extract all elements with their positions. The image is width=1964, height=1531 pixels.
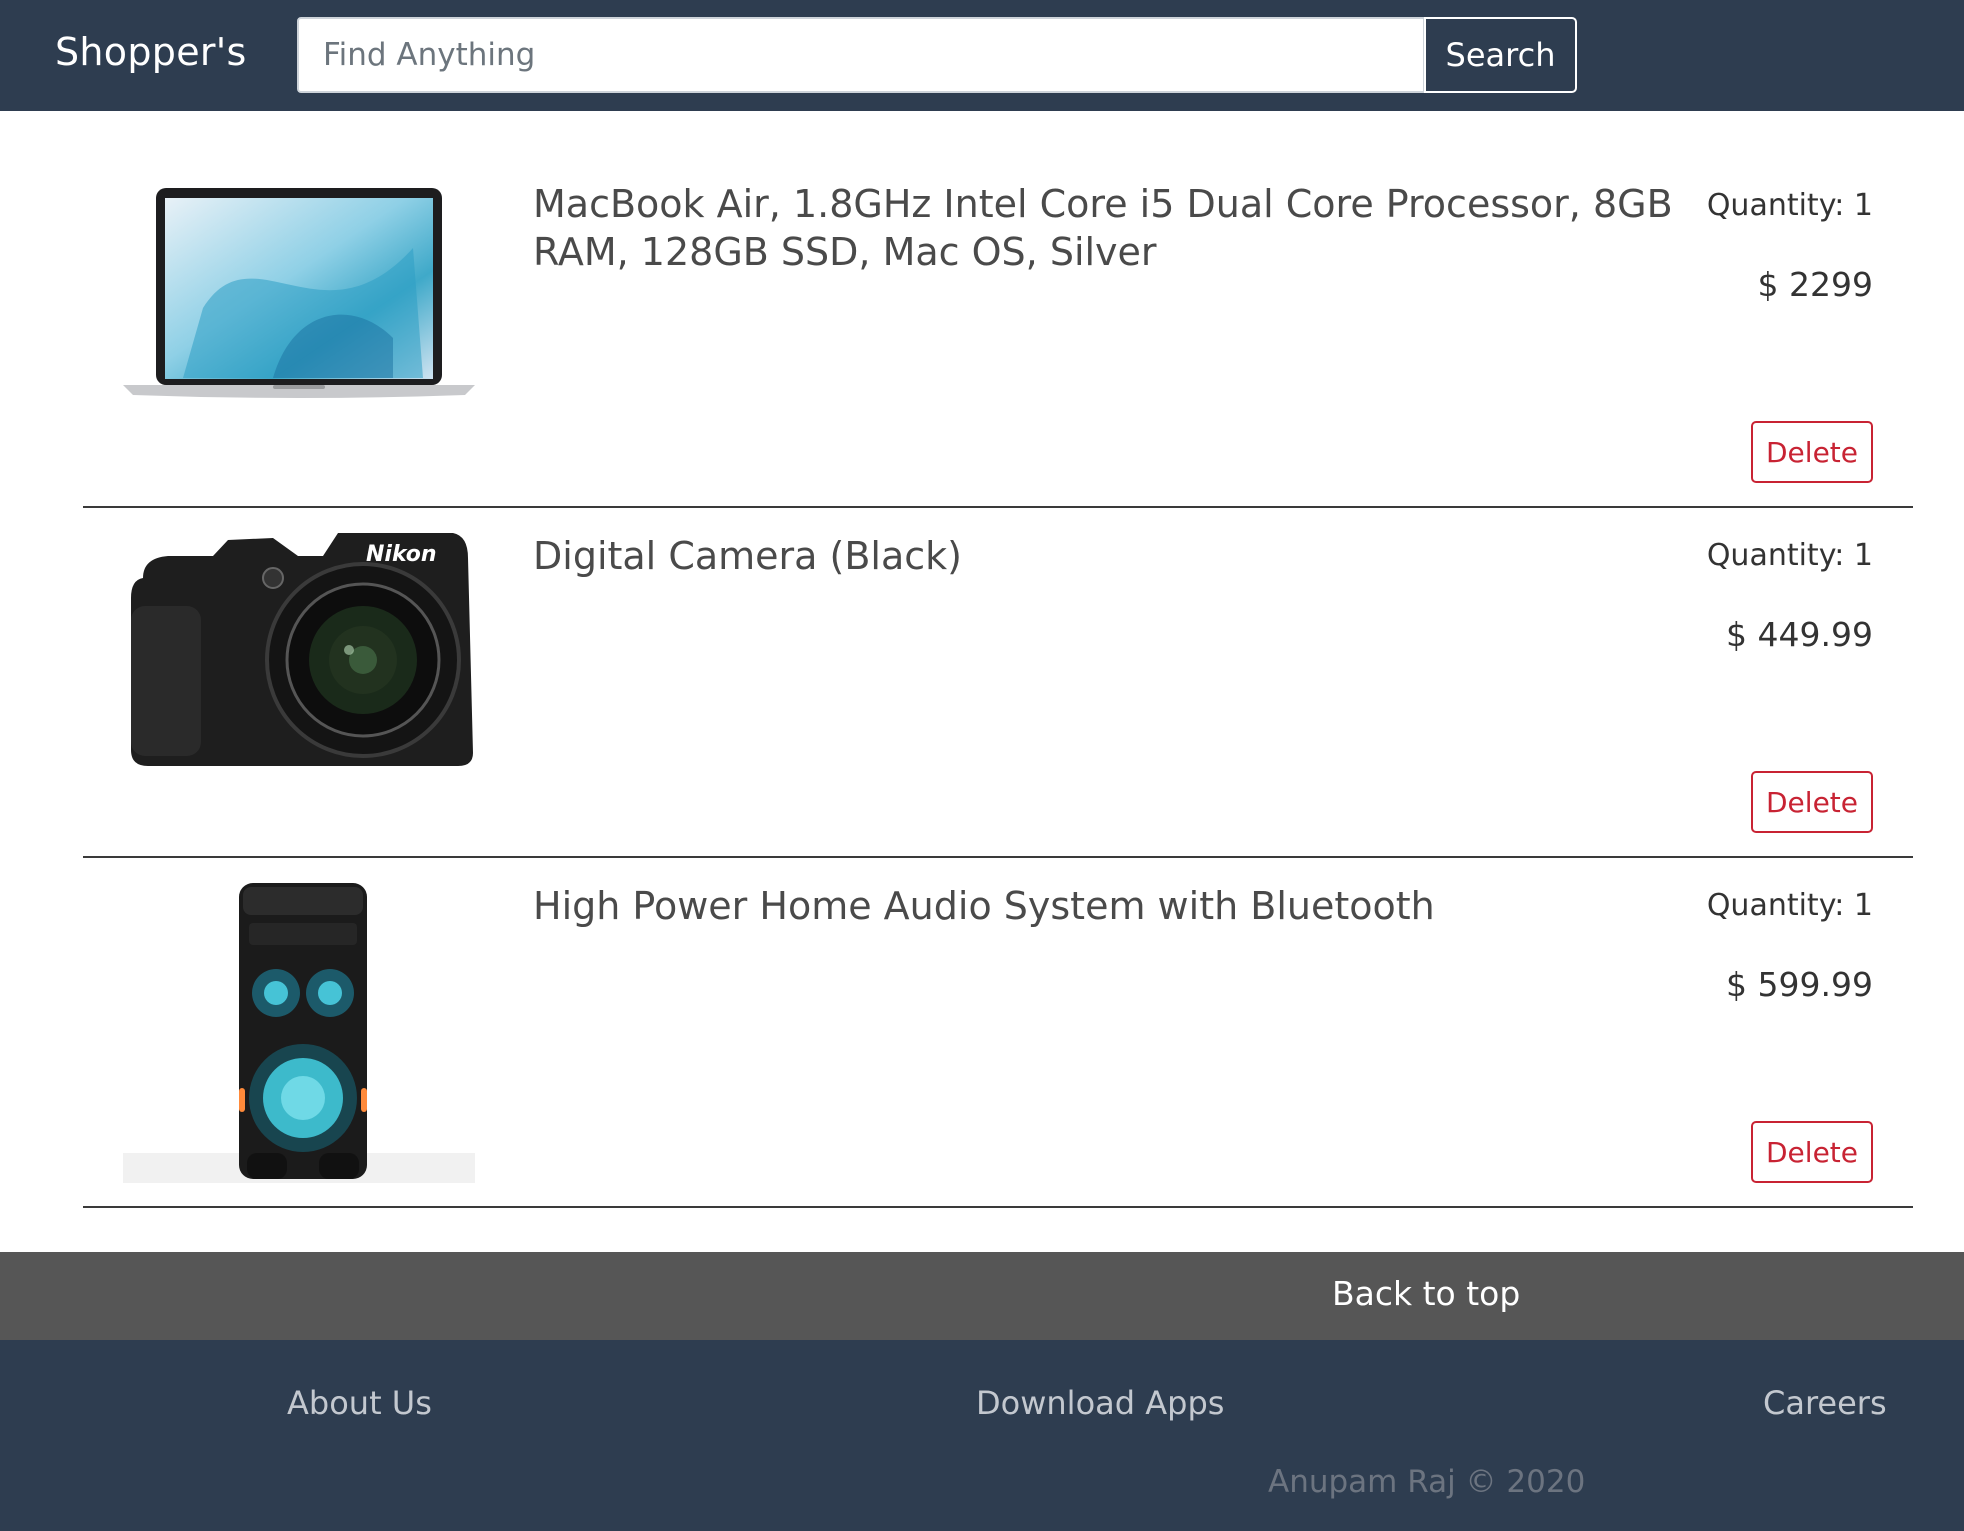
product-image-speaker[interactable]: [123, 883, 475, 1183]
product-quantity: Quantity: 1: [1706, 538, 1873, 573]
cart-item: High Power Home Audio System with Blueto…: [83, 858, 1913, 1208]
product-title[interactable]: Digital Camera (Black): [533, 532, 1683, 580]
product-quantity: Quantity: 1: [1706, 888, 1873, 923]
product-quantity: Quantity: 1: [1706, 188, 1873, 223]
product-image-laptop[interactable]: [123, 188, 475, 488]
product-title[interactable]: High Power Home Audio System with Blueto…: [533, 882, 1683, 930]
product-image-camera[interactable]: Nikon: [123, 528, 475, 828]
product-price: $ 2299: [1757, 265, 1873, 304]
product-price: $ 599.99: [1726, 965, 1873, 1004]
navbar: Shopper's Search: [0, 0, 1964, 111]
delete-button[interactable]: Delete: [1751, 1121, 1873, 1183]
search-bar: Search: [297, 17, 1577, 93]
cart-item: MacBook Air, 1.8GHz Intel Core i5 Dual C…: [83, 158, 1913, 508]
brand-logo[interactable]: Shopper's: [55, 30, 247, 74]
copyright-text: Anupam Raj © 2020: [1268, 1464, 1586, 1500]
product-title[interactable]: MacBook Air, 1.8GHz Intel Core i5 Dual C…: [533, 180, 1683, 276]
footer: About Us Download Apps Careers Anupam Ra…: [0, 1340, 1964, 1531]
back-to-top-bar: Back to top: [0, 1252, 1964, 1340]
svg-text:Nikon: Nikon: [366, 542, 437, 567]
footer-link-careers[interactable]: Careers: [1763, 1384, 1887, 1422]
product-price: $ 449.99: [1726, 615, 1873, 654]
back-to-top-link[interactable]: Back to top: [1332, 1274, 1520, 1313]
delete-button[interactable]: Delete: [1751, 771, 1873, 833]
footer-link-about-us[interactable]: About Us: [287, 1384, 432, 1422]
search-button[interactable]: Search: [1424, 17, 1577, 93]
footer-link-download-apps[interactable]: Download Apps: [976, 1384, 1224, 1422]
delete-button[interactable]: Delete: [1751, 421, 1873, 483]
search-input[interactable]: [297, 17, 1425, 93]
cart-item: Nikon Digital Camera (Black) Quantity: 1…: [83, 508, 1913, 858]
